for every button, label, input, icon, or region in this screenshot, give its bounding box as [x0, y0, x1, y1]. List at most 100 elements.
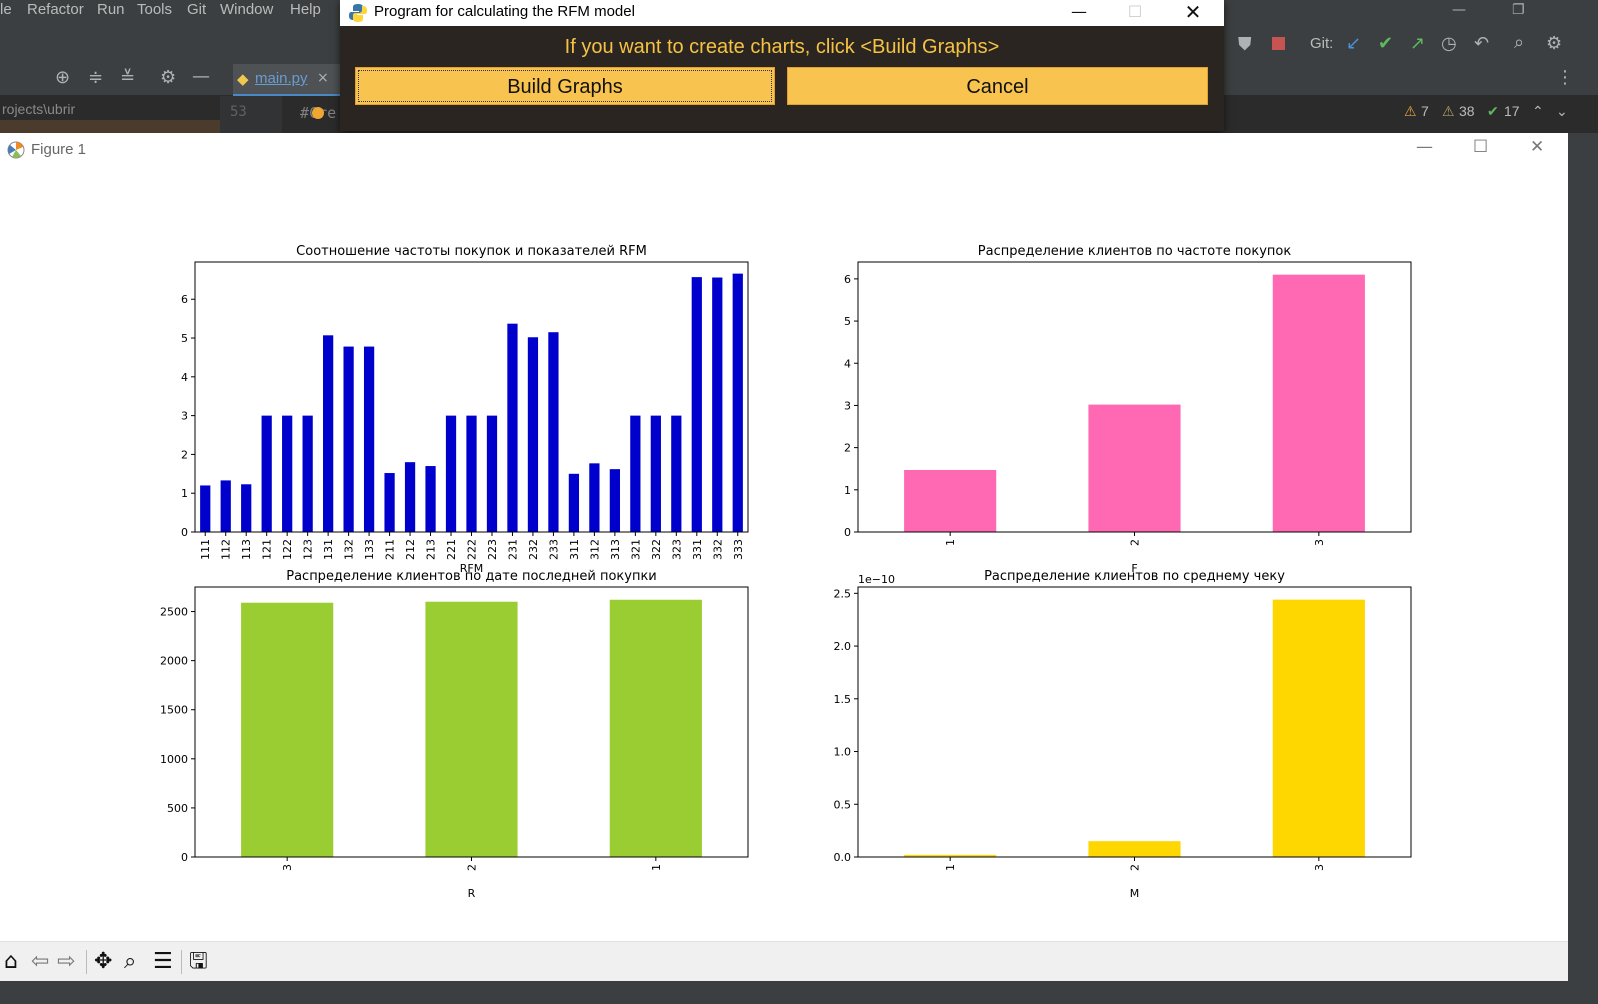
shield-icon[interactable]: ⛊ [1238, 35, 1252, 55]
menu-file[interactable]: le [0, 1, 12, 18]
chart-bar [261, 415, 272, 532]
chart-bar [302, 415, 313, 532]
gear-icon[interactable]: ⚙ [160, 68, 176, 88]
x-axis-label: R [468, 887, 476, 900]
ok-icon[interactable]: ✔ [1487, 103, 1499, 120]
chart-bar [200, 485, 211, 532]
chart-bar [609, 599, 702, 857]
settings-icon[interactable]: ⚙ [1546, 34, 1562, 54]
chart-bar [404, 462, 416, 532]
collapse-all-icon[interactable]: ≚ [120, 68, 135, 88]
navigation-toolbar: ⌂ ⇦ ⇨ ✥ ⌕ ☰ 🖫 [0, 941, 1568, 982]
chevron-up-icon[interactable]: ⌃ [1532, 103, 1544, 120]
figure-canvas: 111 112 113 121 122 123 131 132 133 211 212 213 221 2… [160, 244, 1412, 900]
chart-bar [712, 277, 723, 532]
configure-subplots-icon[interactable]: ☰ [153, 949, 173, 975]
chart-bar [1088, 841, 1181, 857]
forward-icon[interactable]: ⇨ [57, 949, 75, 975]
pan-icon[interactable]: ✥ [94, 949, 112, 975]
chart-bar [425, 601, 518, 857]
warning-icon[interactable]: ⚠ [1404, 103, 1417, 120]
x-tick-label: 133 [363, 539, 376, 560]
dialog-minimize-button[interactable]: — [1056, 0, 1102, 26]
project-scrollbar[interactable] [0, 120, 220, 133]
ide-statusbar [0, 981, 1568, 1004]
lightbulb-icon[interactable] [312, 107, 324, 119]
tab-label: main.py [255, 70, 308, 87]
y-tick-label: 6 [181, 293, 188, 306]
x-tick-label: 311 [568, 539, 581, 560]
menu-window[interactable]: Window [220, 1, 273, 18]
toolbar-divider [86, 950, 87, 974]
expand-all-icon[interactable]: ≑ [88, 68, 103, 88]
chart-bar [1272, 599, 1365, 857]
warnings-count[interactable]: 7 [1421, 103, 1429, 119]
git-update-icon[interactable]: ↙ [1346, 34, 1361, 54]
x-tick-label: 3 [1313, 539, 1326, 546]
chart-bar [445, 415, 457, 532]
x-tick-label: 112 [220, 539, 233, 560]
tab-main-py[interactable]: ◆ main.py × [233, 64, 341, 97]
x-tick-label: 122 [281, 539, 294, 560]
chart-bar [671, 415, 682, 532]
x-tick-label: 213 [425, 539, 438, 560]
y-tick-label: 1500 [160, 704, 188, 717]
chart-bar [548, 332, 559, 532]
chart-bar [486, 415, 498, 532]
x-tick-label: 233 [547, 539, 560, 560]
more-icon[interactable]: ⋮ [1556, 68, 1574, 88]
git-label: Git: [1310, 35, 1334, 52]
close-tab-icon[interactable]: × [317, 68, 329, 88]
chart-bar [507, 323, 518, 532]
save-icon[interactable]: 🖫 [189, 949, 208, 975]
dialog-message: If you want to create charts, click <Bui… [564, 36, 1000, 58]
chevron-down-icon[interactable]: ⌄ [1556, 103, 1568, 120]
x-tick-label: 3 [1313, 864, 1326, 871]
cancel-button[interactable]: Cancel [787, 67, 1208, 105]
history-icon[interactable]: ◷ [1441, 34, 1457, 54]
x-tick-label: 322 [650, 539, 663, 560]
chart-bar [1272, 274, 1365, 532]
python-file-icon: ◆ [237, 70, 249, 88]
y-tick-label: 0.0 [834, 851, 852, 864]
x-tick-label: 1 [650, 864, 663, 871]
home-icon[interactable]: ⌂ [4, 949, 18, 975]
ide-minimize-icon[interactable]: — [1452, 0, 1466, 20]
menu-git[interactable]: Git [187, 1, 206, 18]
x-tick-label: 223 [486, 539, 499, 560]
dialog-title: Program for calculating the RFM model [374, 3, 635, 20]
chart-bar [691, 277, 702, 532]
weak-warnings-count[interactable]: 38 [1459, 103, 1475, 119]
ok-count[interactable]: 17 [1504, 103, 1520, 119]
search-icon[interactable]: ⌕ [1514, 33, 1524, 53]
menu-tools[interactable]: Tools [137, 1, 172, 18]
x-tick-label: 131 [322, 539, 335, 560]
git-commit-icon[interactable]: ✔ [1378, 34, 1393, 54]
y-tick-label: 5 [181, 332, 188, 345]
y-tick-label: 3 [844, 399, 851, 412]
rollback-icon[interactable]: ↶ [1474, 34, 1489, 54]
dialog-close-button[interactable]: ✕ [1170, 0, 1216, 26]
menu-refactor[interactable]: Refactor [27, 1, 84, 18]
weak-warning-icon[interactable]: ⚠ [1442, 103, 1455, 120]
y-tick-label: 1000 [160, 753, 188, 766]
x-tick-label: 221 [445, 539, 458, 560]
dialog-titlebar[interactable]: Program for calculating the RFM model — … [340, 0, 1224, 26]
menu-help[interactable]: Help [290, 1, 321, 18]
ide-restore-icon[interactable]: ❐ [1512, 0, 1525, 20]
chart-bar [466, 415, 477, 532]
y-tick-label: 4 [844, 357, 851, 370]
x-tick-label: 211 [384, 539, 397, 560]
chart-bar [630, 415, 641, 532]
stop-icon[interactable] [1272, 37, 1285, 50]
build-graphs-button[interactable]: Build Graphs [355, 67, 775, 105]
x-tick-label: 232 [527, 539, 540, 560]
git-push-icon[interactable]: ↗ [1410, 34, 1425, 54]
menu-run[interactable]: Run [97, 1, 125, 18]
hide-icon[interactable]: — [192, 67, 210, 87]
back-icon[interactable]: ⇦ [31, 949, 49, 975]
x-tick-label: 1 [944, 539, 957, 546]
locate-icon[interactable]: ⊕ [55, 68, 70, 88]
x-tick-label: 132 [343, 539, 356, 560]
zoom-icon[interactable]: ⌕ [124, 949, 136, 975]
